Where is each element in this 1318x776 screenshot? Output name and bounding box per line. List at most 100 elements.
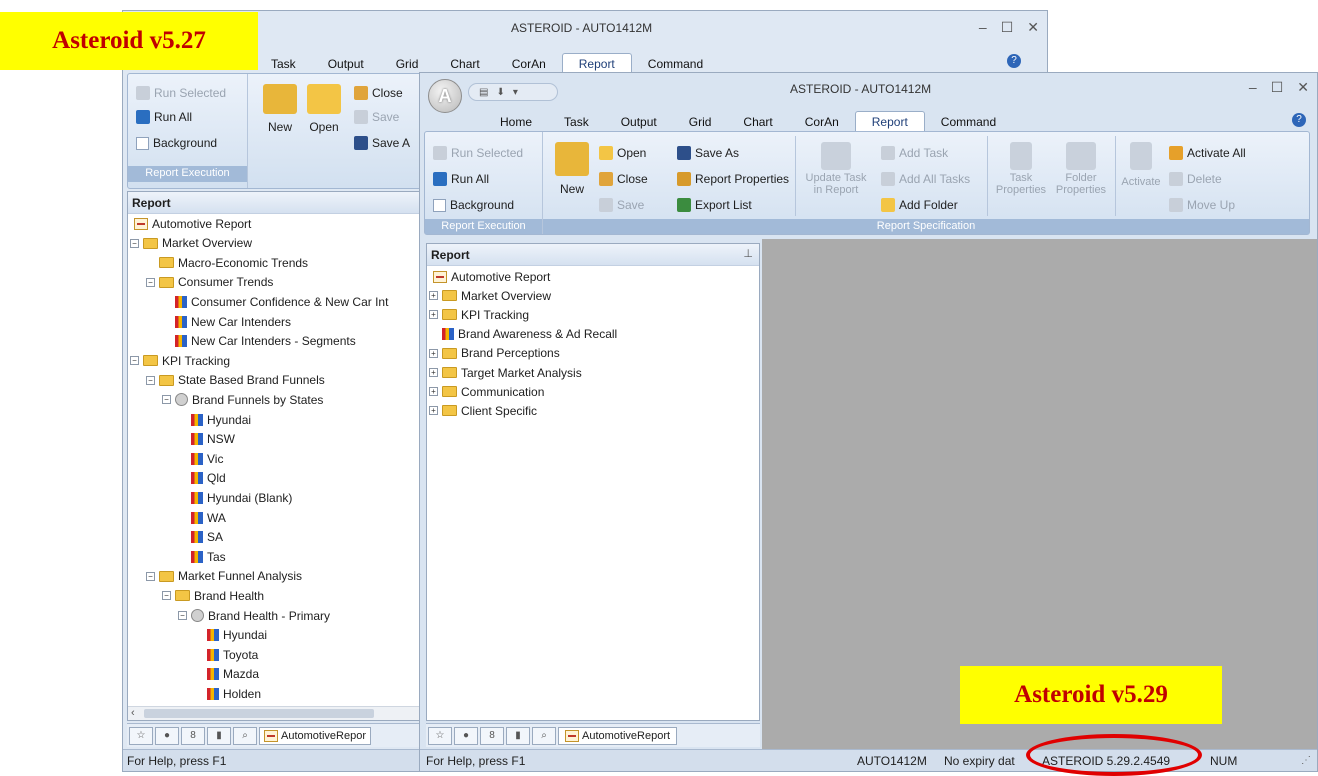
tree-item[interactable]: Automotive Report	[429, 267, 550, 286]
collapse-icon[interactable]: −	[130, 356, 139, 366]
tree-item[interactable]: Qld	[178, 469, 226, 488]
tree-item[interactable]: − Brand Funnels by States	[162, 390, 323, 409]
task-properties-button[interactable]: Task Properties	[991, 142, 1051, 196]
tree-item[interactable]: NSW	[178, 430, 235, 449]
tree-item[interactable]: − Consumer Trends	[146, 273, 273, 292]
tree-item[interactable]: Hyundai	[194, 626, 267, 645]
tab-report[interactable]: Report	[854, 111, 925, 131]
search-tab-icon[interactable]: ⌕	[532, 726, 556, 745]
activate-all-button[interactable]: Activate All	[1169, 146, 1246, 160]
tree-item[interactable]: − Market Overview	[130, 234, 252, 253]
collapse-icon[interactable]: −	[146, 571, 155, 581]
tree-item[interactable]: Brand Awareness & Ad Recall	[429, 325, 617, 344]
activate-button[interactable]: Activate	[1119, 142, 1163, 188]
collapse-icon[interactable]: −	[162, 395, 171, 405]
close-button[interactable]: Close	[599, 172, 648, 186]
expand-icon[interactable]: +	[429, 348, 438, 358]
tree-item[interactable]: − Brand Health - Primary	[178, 606, 330, 625]
collapse-icon[interactable]: −	[162, 591, 171, 601]
variables-tab-icon[interactable]: ●	[454, 726, 478, 745]
run-selected-button[interactable]: Run Selected	[433, 146, 523, 160]
expand-icon[interactable]: +	[429, 387, 438, 397]
background-checkbox[interactable]: Background	[433, 198, 514, 212]
old-tab-report[interactable]: Report	[561, 53, 632, 73]
expand-icon[interactable]: +	[429, 368, 438, 377]
tree-item[interactable]: + Brand Perceptions	[429, 344, 560, 363]
old-tab-command[interactable]: Command	[632, 54, 719, 73]
old-report-tab[interactable]: AutomotiveRepor	[259, 726, 371, 745]
maximize-icon[interactable]: ☐	[1271, 79, 1284, 96]
old-horizontal-scrollbar[interactable]: ‹	[128, 706, 422, 720]
pin-icon[interactable]: ⊥	[743, 247, 753, 260]
scroll-left-icon[interactable]: ‹	[131, 707, 135, 719]
expand-icon[interactable]: +	[429, 310, 438, 320]
old-run-all-button[interactable]: Run All	[136, 110, 192, 124]
tree-item[interactable]: Vic	[178, 449, 223, 468]
tree-item[interactable]: Toyota	[194, 645, 258, 664]
move-up-button[interactable]: Move Up	[1169, 198, 1235, 212]
qat-save-icon[interactable]: ⬇	[496, 87, 504, 98]
folder-properties-button[interactable]: Folder Properties	[1051, 142, 1111, 196]
save-as-button[interactable]: Save As	[677, 146, 739, 160]
old-save-as-button[interactable]: Save A	[354, 136, 410, 150]
qat-customize-icon[interactable]: ▾	[513, 87, 518, 98]
tree-item[interactable]: + Market Overview	[429, 286, 551, 305]
tab-command[interactable]: Command	[925, 112, 1012, 131]
tree-item[interactable]: Consumer Confidence & New Car Int	[162, 292, 388, 311]
expand-icon[interactable]: +	[429, 291, 438, 301]
tree-item[interactable]: Mazda	[194, 665, 259, 684]
add-task-button[interactable]: Add Task	[881, 146, 948, 160]
tree-item[interactable]: Hyundai (Blank)	[178, 488, 292, 507]
tab-chart[interactable]: Chart	[727, 112, 788, 131]
export-list-button[interactable]: Export List	[677, 198, 752, 212]
tree-item[interactable]: New Car Intenders	[162, 312, 291, 331]
tree-item[interactable]: Tas	[178, 547, 226, 566]
old-background-checkbox[interactable]: Background	[136, 136, 217, 150]
collapse-icon[interactable]: −	[146, 375, 155, 385]
add-folder-button[interactable]: Add Folder	[881, 198, 958, 212]
old-tab-grid[interactable]: Grid	[380, 54, 435, 73]
tab-coran[interactable]: CorAn	[789, 112, 855, 131]
bookmark-tab-icon[interactable]: ▮	[506, 726, 530, 745]
tree-item[interactable]: SA	[178, 528, 223, 547]
app-orb[interactable]: A	[428, 79, 462, 113]
tree-item[interactable]: − Brand Health	[162, 586, 264, 605]
tree-item[interactable]: WA	[178, 508, 226, 527]
tab-task[interactable]: Task	[548, 112, 605, 131]
tab-grid[interactable]: Grid	[673, 112, 728, 131]
add-all-tasks-button[interactable]: Add All Tasks	[881, 172, 970, 186]
collapse-icon[interactable]: −	[178, 611, 187, 620]
open-button[interactable]: Open	[599, 146, 646, 160]
favorites-tab-icon[interactable]: ☆	[129, 726, 153, 745]
collapse-icon[interactable]: −	[146, 277, 155, 287]
resize-grip-icon[interactable]: ⋰	[1301, 755, 1311, 766]
tree-item[interactable]: New Car Intenders - Segments	[162, 332, 356, 351]
new-button[interactable]: New	[553, 142, 591, 196]
tree-item[interactable]: Holden	[194, 684, 261, 703]
old-open-button[interactable]: Open	[306, 84, 342, 134]
new-report-tab[interactable]: AutomotiveReport	[558, 726, 678, 745]
report-properties-button[interactable]: Report Properties	[677, 172, 789, 186]
delete-button[interactable]: Delete	[1169, 172, 1222, 186]
tree-item[interactable]: + Communication	[429, 382, 544, 401]
tab-home[interactable]: Home	[484, 112, 548, 131]
help-icon[interactable]: ?	[1292, 113, 1306, 127]
minimize-icon[interactable]: –	[979, 19, 987, 36]
close-icon[interactable]: ✕	[1027, 19, 1039, 36]
old-close-button[interactable]: Close	[354, 86, 403, 100]
old-scroll-thumb[interactable]	[144, 709, 374, 718]
maximize-icon[interactable]: ☐	[1001, 19, 1014, 36]
old-new-button[interactable]: New	[262, 84, 298, 134]
filters-tab-icon[interactable]: 8	[480, 726, 504, 745]
expand-icon[interactable]: +	[429, 406, 438, 416]
tree-item[interactable]: − Market Funnel Analysis	[146, 567, 302, 586]
tab-output[interactable]: Output	[605, 112, 673, 131]
tree-item[interactable]: Hyundai	[178, 410, 251, 429]
update-task-button[interactable]: Update Task in Report	[801, 142, 871, 196]
qat-open-icon[interactable]: ▤	[479, 87, 488, 98]
minimize-icon[interactable]: –	[1249, 79, 1257, 96]
search-tab-icon[interactable]: ⌕	[233, 726, 257, 745]
close-icon[interactable]: ✕	[1297, 79, 1309, 96]
old-tab-task[interactable]: Task	[255, 54, 312, 73]
old-tab-coran[interactable]: CorAn	[496, 54, 562, 73]
